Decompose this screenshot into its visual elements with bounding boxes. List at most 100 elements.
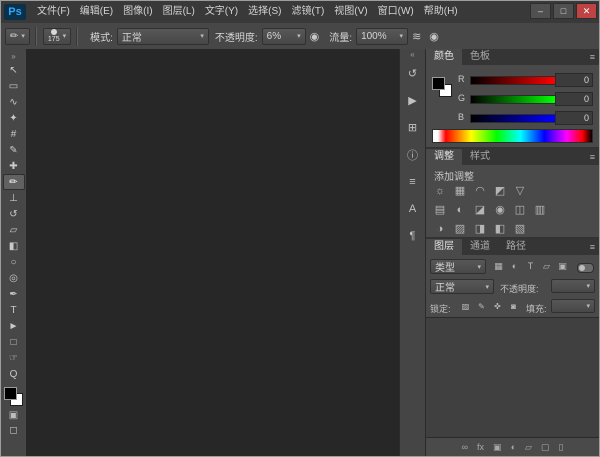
history-brush-tool[interactable]: ↺ <box>3 206 25 222</box>
blur-tool[interactable]: ○ <box>3 254 25 270</box>
tab-layers[interactable]: 图层 <box>426 239 462 255</box>
hand-tool[interactable]: ☞ <box>3 350 25 366</box>
clone-stamp-tool[interactable]: ⊥ <box>3 190 25 206</box>
brightness-contrast-icon[interactable]: ☼ <box>432 183 448 199</box>
filter-adjustment-layers-icon[interactable]: ◐ <box>508 260 521 273</box>
new-adjustment-layer-icon[interactable]: ◐ <box>511 439 516 456</box>
zoom-tool[interactable]: Q <box>3 366 25 382</box>
pressure-size-icon[interactable]: ◉ <box>429 30 439 43</box>
curves-icon[interactable]: ◠ <box>472 183 488 199</box>
maximize-button[interactable]: □ <box>553 3 574 19</box>
lock-transparent-pixels-icon[interactable]: ▨ <box>460 301 471 312</box>
layer-filter-toggle[interactable] <box>577 263 594 273</box>
pen-tool[interactable]: ✒ <box>3 286 25 302</box>
hue-saturation-icon[interactable]: ▤ <box>432 202 448 218</box>
layer-effects-icon[interactable]: fx <box>477 439 484 456</box>
dodge-tool[interactable]: ◎ <box>3 270 25 286</box>
delete-layer-icon[interactable]: ▯ <box>558 439 563 456</box>
close-button[interactable]: ✕ <box>576 3 597 19</box>
invert-icon[interactable]: ◑ <box>432 221 448 237</box>
toolbar-collapse-icon[interactable]: » <box>11 51 15 62</box>
layer-opacity-select[interactable]: ▾ <box>551 279 595 293</box>
menu-view[interactable]: 视图(V) <box>329 1 372 23</box>
panel-color-swatches[interactable] <box>432 77 452 97</box>
green-value[interactable]: 0 <box>555 92 593 106</box>
canvas[interactable] <box>27 49 399 456</box>
tool-preset-picker[interactable]: ✏ ▾ <box>5 28 30 45</box>
character-panel-icon[interactable]: A <box>402 200 424 217</box>
rectangular-marquee-tool[interactable]: ▭ <box>3 78 25 94</box>
blue-slider[interactable] <box>470 114 556 123</box>
add-layer-mask-icon[interactable]: ▣ <box>493 439 502 456</box>
color-lookup-icon[interactable]: ▥ <box>532 202 548 218</box>
green-slider[interactable] <box>470 95 556 104</box>
layer-list[interactable] <box>426 317 599 438</box>
foreground-background-swatches[interactable] <box>4 387 23 406</box>
quick-mask-button[interactable]: ▣ <box>3 408 25 423</box>
layer-blend-mode-select[interactable]: 正常 ▾ <box>430 279 494 294</box>
type-tool[interactable]: T <box>3 302 25 318</box>
levels-icon[interactable]: ▦ <box>452 183 468 199</box>
actions-panel-icon[interactable]: ▶ <box>402 92 424 109</box>
layer-fill-select[interactable]: ▾ <box>551 299 595 313</box>
eyedropper-tool[interactable]: ✎ <box>3 142 25 158</box>
rectangle-tool[interactable]: □ <box>3 334 25 350</box>
red-value[interactable]: 0 <box>555 73 593 87</box>
dock-collapse-icon[interactable]: « <box>400 49 425 61</box>
minimize-button[interactable]: – <box>530 3 551 19</box>
gradient-map-icon[interactable]: ◧ <box>492 221 508 237</box>
opacity-select[interactable]: 6% ▾ <box>262 28 306 45</box>
posterize-icon[interactable]: ▨ <box>452 221 468 237</box>
menu-window[interactable]: 窗口(W) <box>373 1 419 23</box>
panel-menu-icon[interactable]: ≡ <box>590 239 595 255</box>
channel-mixer-icon[interactable]: ◫ <box>512 202 528 218</box>
lock-position-icon[interactable]: ✜ <box>492 301 503 312</box>
lasso-tool[interactable]: ∿ <box>3 94 25 110</box>
tab-color[interactable]: 颜色 <box>426 49 462 65</box>
tab-styles[interactable]: 样式 <box>462 149 498 165</box>
tab-paths[interactable]: 路径 <box>498 239 534 255</box>
quick-selection-tool[interactable]: ✦ <box>3 110 25 126</box>
flow-select[interactable]: 100% ▾ <box>356 28 408 45</box>
photo-filter-icon[interactable]: ◉ <box>492 202 508 218</box>
filter-smart-objects-icon[interactable]: ▣ <box>556 260 569 273</box>
new-layer-icon[interactable]: ▢ <box>541 439 550 456</box>
link-layers-icon[interactable]: ∞ <box>462 439 468 456</box>
exposure-icon[interactable]: ◩ <box>492 183 508 199</box>
filter-shape-layers-icon[interactable]: ▱ <box>540 260 553 273</box>
paragraph-panel-icon[interactable]: ¶ <box>402 227 424 244</box>
panel-menu-icon[interactable]: ≡ <box>590 49 595 65</box>
tab-channels[interactable]: 通道 <box>462 239 498 255</box>
color-balance-icon[interactable]: ◐ <box>452 202 468 218</box>
foreground-color-swatch[interactable] <box>4 387 17 400</box>
eraser-tool[interactable]: ▱ <box>3 222 25 238</box>
screen-mode-button[interactable]: ◻ <box>3 423 25 438</box>
menu-image[interactable]: 图像(I) <box>118 1 157 23</box>
pressure-opacity-icon[interactable]: ◉ <box>310 30 320 43</box>
red-slider[interactable] <box>470 76 556 85</box>
lock-image-pixels-icon[interactable]: ✎ <box>476 301 487 312</box>
blend-mode-select[interactable]: 正常 ▾ <box>117 28 209 45</box>
menu-select[interactable]: 选择(S) <box>243 1 286 23</box>
menu-edit[interactable]: 编辑(E) <box>75 1 118 23</box>
menu-help[interactable]: 帮助(H) <box>419 1 463 23</box>
path-selection-tool[interactable]: ► <box>3 318 25 334</box>
lock-all-icon[interactable]: ◙ <box>508 301 519 312</box>
foreground-color-swatch[interactable] <box>432 77 445 90</box>
spot-healing-brush-tool[interactable]: ✚ <box>3 158 25 174</box>
move-tool[interactable]: ↖ <box>3 62 25 78</box>
info-panel-icon[interactable]: ⓘ <box>402 146 424 163</box>
crop-tool[interactable]: # <box>3 126 25 142</box>
brush-preset-picker[interactable]: 175 ▾ <box>43 28 71 45</box>
airbrush-icon[interactable]: ≋ <box>412 30 421 43</box>
filter-type-layers-icon[interactable]: T <box>524 260 537 273</box>
blue-value[interactable]: 0 <box>555 111 593 125</box>
brush-tool[interactable]: ✏ <box>3 174 25 190</box>
menu-layer[interactable]: 图层(L) <box>158 1 200 23</box>
menu-file[interactable]: 文件(F) <box>32 1 75 23</box>
panel-menu-icon[interactable]: ≡ <box>590 149 595 165</box>
color-spectrum-bar[interactable] <box>432 129 593 143</box>
tab-swatches[interactable]: 色板 <box>462 49 498 65</box>
filter-pixel-layers-icon[interactable]: ▦ <box>492 260 505 273</box>
vibrance-icon[interactable]: ▽ <box>512 183 528 199</box>
